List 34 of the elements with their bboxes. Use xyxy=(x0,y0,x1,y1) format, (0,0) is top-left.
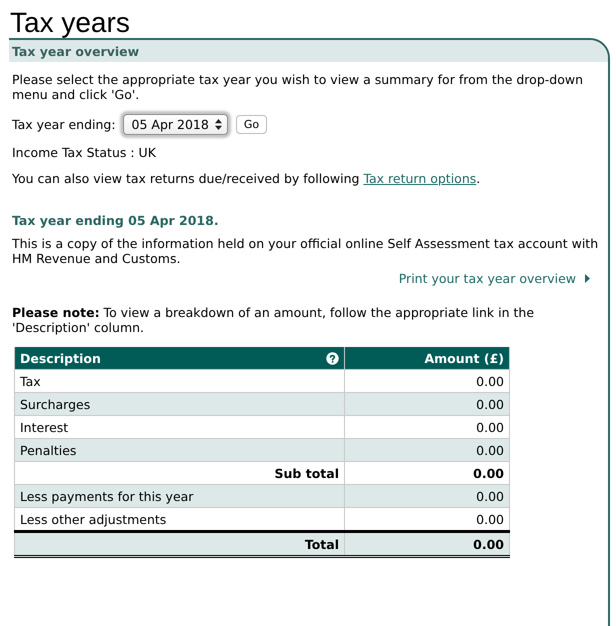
total-label-cell: Sub total xyxy=(14,462,344,484)
description-cell: Interest xyxy=(14,416,344,438)
amount-cell: 0.00 xyxy=(344,532,510,556)
amount-cell: 0.00 xyxy=(344,416,510,438)
amount-cell: 0.00 xyxy=(344,462,510,484)
tax-year-label: Tax year ending: xyxy=(12,117,116,132)
caret-right-icon xyxy=(585,274,590,283)
amount-cell: 0.00 xyxy=(344,392,510,416)
chevrons-up-down-icon xyxy=(214,119,222,130)
page-title: Tax years xyxy=(9,6,130,38)
column-heading: Amount (£) xyxy=(424,350,504,366)
description-cell: Surcharges xyxy=(14,392,344,416)
account-info-text: This is a copy of the information held on your official online Self Assessment tax account with HM Revenue and Customs. xyxy=(12,236,600,266)
print-overview-link[interactable]: Print your tax year overview xyxy=(398,271,590,286)
income-tax-status: Income Tax Status : UK xyxy=(12,145,156,160)
total-label-cell: Total xyxy=(14,532,344,556)
amount-cell: 0.00 xyxy=(344,484,510,508)
tax-year-select[interactable]: 05 Apr 2018 xyxy=(122,114,228,135)
amount-cell: 0.00 xyxy=(344,370,510,392)
description-cell: Penalties xyxy=(14,438,344,462)
description-cell: Tax xyxy=(14,370,344,392)
go-button[interactable]: Go xyxy=(236,115,268,134)
amount-cell: 0.00 xyxy=(344,508,510,532)
intro-text: Please select the appropriate tax year you wish to view a summary for from the drop-down menu and click 'Go'. xyxy=(12,72,584,102)
tax-year-heading: Tax year ending 05 Apr 2018. xyxy=(12,213,219,228)
description-cell: Less other adjustments xyxy=(14,508,344,532)
note-text: Please note: To view a breakdown of an amount, follow the appropriate link in the 'Description' column. xyxy=(12,305,536,335)
tax-returns-text: You can also view tax returns due/received by following Tax return options. xyxy=(12,171,480,186)
description-cell: Less payments for this year xyxy=(14,484,344,508)
panel-title: Tax year overview xyxy=(12,44,140,58)
help-icon[interactable] xyxy=(326,352,339,364)
amount-cell: 0.00 xyxy=(344,438,510,462)
column-heading: Description xyxy=(20,350,101,366)
tax-return-options-link[interactable]: Tax return options xyxy=(363,171,476,186)
